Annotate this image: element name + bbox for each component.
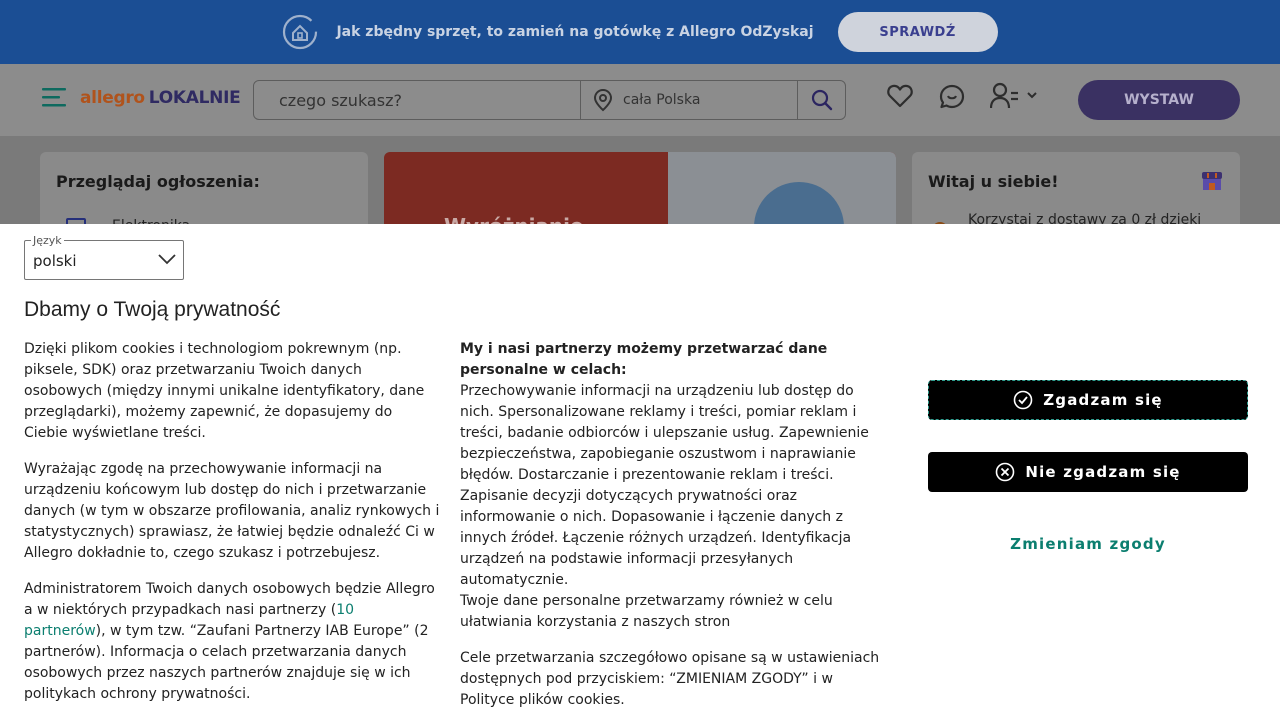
chat-icon[interactable] bbox=[939, 84, 965, 110]
user-account-icon[interactable] bbox=[990, 82, 1040, 110]
check-circle-icon bbox=[1013, 390, 1033, 410]
welcome-title: Witaj u siebie! bbox=[928, 172, 1059, 191]
chevron-down-icon bbox=[158, 254, 176, 265]
close-circle-icon bbox=[996, 462, 1015, 482]
language-value: polski bbox=[33, 252, 77, 270]
accept-all-button[interactable]: Zgadzam się bbox=[928, 380, 1248, 420]
page-content: Przeglądaj ogłoszenia: Elektronika Wyróż… bbox=[0, 136, 1280, 238]
purposes-block: My i nasi partnerzy możemy przetwarzać d… bbox=[460, 339, 884, 633]
search-input[interactable]: czego szukasz? bbox=[254, 81, 581, 119]
promo-banner[interactable]: Wyróżnianie bbox=[384, 152, 896, 232]
accept-label: Zgadzam się bbox=[1043, 391, 1163, 409]
location-pin-icon bbox=[593, 88, 613, 112]
consent-paragraph-1: Dzięki plikom cookies i technologiom pok… bbox=[24, 341, 425, 441]
reject-label: Nie zgadzam się bbox=[1025, 463, 1181, 481]
consent-intro-column: Dzięki plikom cookies i technologiom pok… bbox=[24, 339, 440, 720]
heart-icon[interactable] bbox=[887, 84, 913, 108]
search-button[interactable] bbox=[798, 81, 845, 119]
consent-paragraph-3: Administratorem Twoich danych osobowych … bbox=[24, 579, 440, 705]
consent-p3-text-before: Administratorem Twoich danych osobowych … bbox=[24, 581, 435, 618]
welcome-card: Witaj u siebie! Korzystaj z dostawy za 0… bbox=[912, 152, 1240, 238]
language-label: Język bbox=[31, 234, 64, 247]
promo-check-button[interactable]: SPRAWDŹ bbox=[837, 12, 998, 52]
search-bar: czego szukasz? cała Polska bbox=[253, 80, 846, 120]
allegro-lokalnie-logo[interactable]: allegro LOKALNIE bbox=[80, 88, 241, 108]
purposes-extra: Twoje dane personalne przetwarzamy równi… bbox=[460, 593, 833, 630]
cookie-consent-dialog: Język polski Dbamy o Twoją prywatność Dz… bbox=[0, 224, 1280, 720]
consent-title: Dbamy o Twoją prywatność bbox=[24, 298, 281, 321]
browse-card: Przeglądaj ogłoszenia: Elektronika bbox=[40, 152, 368, 236]
purposes-details: Cele przetwarzania szczegółowo opisane s… bbox=[460, 650, 880, 708]
location-select[interactable]: cała Polska bbox=[581, 81, 798, 119]
purposes-heading: My i nasi partnerzy możemy przetwarzać d… bbox=[460, 341, 828, 378]
language-select[interactable]: Język polski bbox=[24, 234, 184, 280]
browse-title: Przeglądaj ogłoszenia: bbox=[56, 172, 260, 191]
consent-purposes-column: My i nasi partnerzy możemy przetwarzać d… bbox=[460, 339, 884, 720]
site-header: allegro LOKALNIE czego szukasz? cała Pols… bbox=[0, 64, 1280, 136]
logo-lokalnie: LOKALNIE bbox=[148, 88, 241, 108]
logo-allegro: allegro bbox=[80, 88, 145, 108]
location-value: cała Polska bbox=[623, 92, 701, 108]
hamburger-menu-icon[interactable] bbox=[42, 86, 66, 108]
purposes-list: Przechowywanie informacji na urządzeniu … bbox=[460, 383, 869, 588]
reject-all-button[interactable]: Nie zgadzam się bbox=[928, 452, 1248, 492]
consent-paragraph-2: Wyrażając zgodę na przechowywanie inform… bbox=[24, 461, 440, 561]
recycle-house-icon bbox=[283, 14, 318, 50]
post-listing-button[interactable]: WYSTAW bbox=[1078, 80, 1240, 120]
promo-bar: Jak zbędny sprzęt, to zamień na gotówkę … bbox=[0, 0, 1280, 64]
promo-text: Jak zbędny sprzęt, to zamień na gotówkę … bbox=[336, 24, 814, 40]
gift-shop-icon bbox=[1202, 172, 1222, 190]
search-icon bbox=[811, 89, 832, 111]
manage-consents-button[interactable]: Zmieniam zgody bbox=[928, 528, 1248, 560]
